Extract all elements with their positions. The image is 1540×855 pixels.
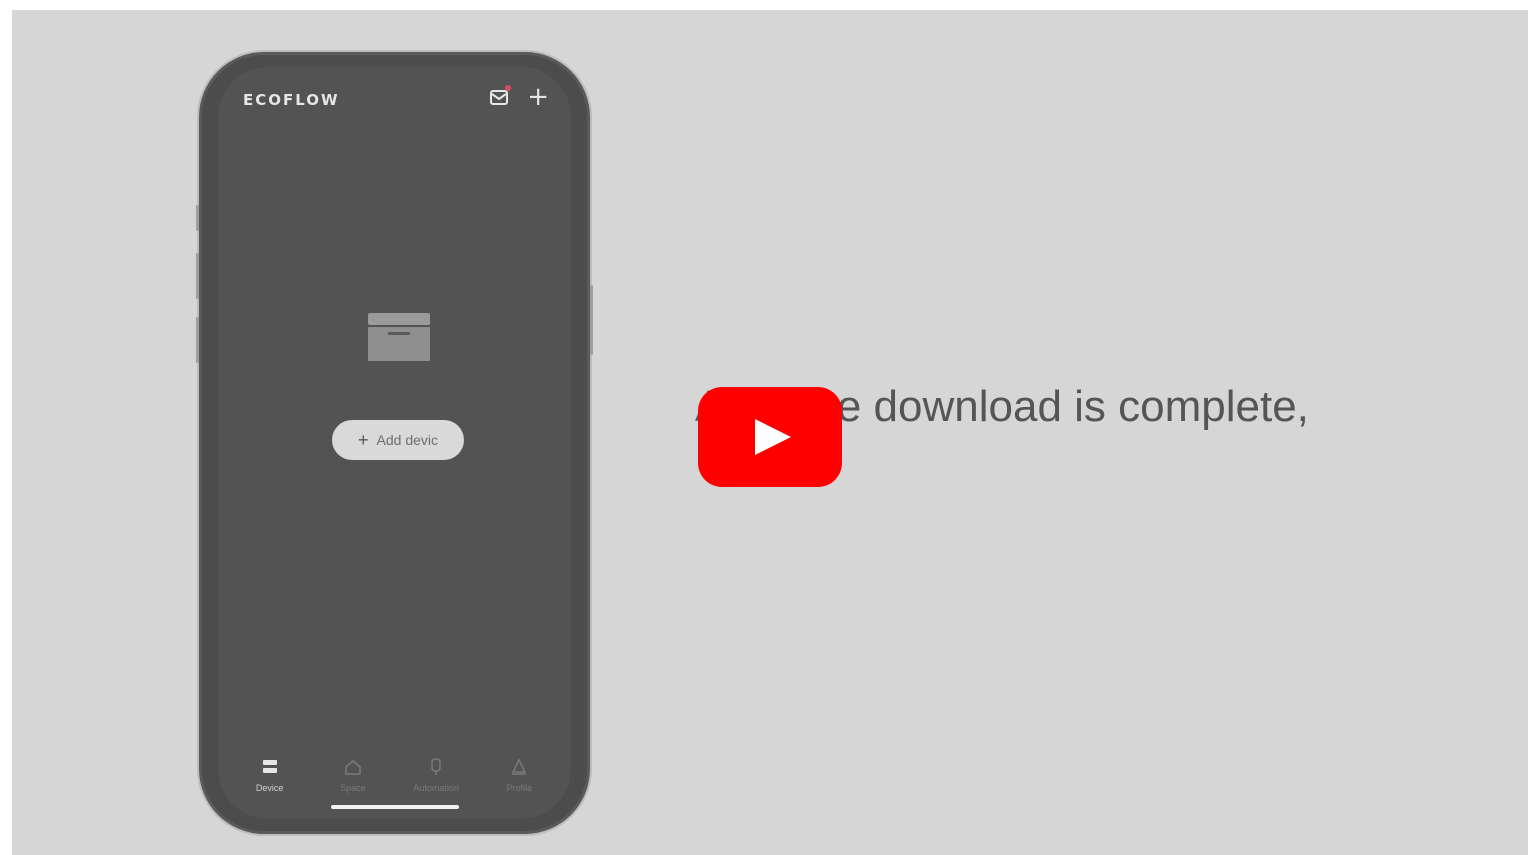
empty-box-icon xyxy=(366,311,432,368)
phone-side-button xyxy=(196,205,199,231)
tab-device[interactable]: Device xyxy=(230,757,310,793)
tab-profile[interactable]: Profile xyxy=(479,757,559,793)
profile-icon xyxy=(512,758,527,775)
home-icon xyxy=(345,760,361,775)
tab-space[interactable]: Space xyxy=(313,757,393,793)
bottom-tab-bar: Device Space Automation Profile xyxy=(218,757,571,793)
plus-icon: + xyxy=(358,429,369,450)
app-screen: ECOFLOW + + Add devic Device Space Autom… xyxy=(218,67,571,819)
phone-side-button xyxy=(196,317,199,363)
add-device-label: Add devic xyxy=(376,432,438,448)
tab-label: Device xyxy=(255,783,284,793)
play-icon xyxy=(755,419,791,455)
play-button[interactable] xyxy=(698,387,842,487)
top-actions: + xyxy=(489,84,549,110)
mail-icon[interactable] xyxy=(489,85,512,107)
tab-label: Space xyxy=(340,783,366,793)
phone-side-button xyxy=(196,253,199,299)
add-icon[interactable]: + xyxy=(527,84,549,110)
device-icon xyxy=(262,760,277,773)
tab-label: Profile xyxy=(506,783,533,793)
automation-icon xyxy=(431,758,441,775)
phone-side-button xyxy=(590,285,593,355)
notification-dot xyxy=(505,85,512,91)
home-indicator xyxy=(330,805,459,809)
tab-automation[interactable]: Automation xyxy=(396,757,476,793)
ecoflow-logo: ECOFLOW xyxy=(243,91,340,109)
add-device-button[interactable]: + Add devic xyxy=(332,420,464,460)
tab-label: Automation xyxy=(413,783,459,793)
phone-mockup: ECOFLOW + + Add devic Device Space Autom… xyxy=(196,55,593,831)
